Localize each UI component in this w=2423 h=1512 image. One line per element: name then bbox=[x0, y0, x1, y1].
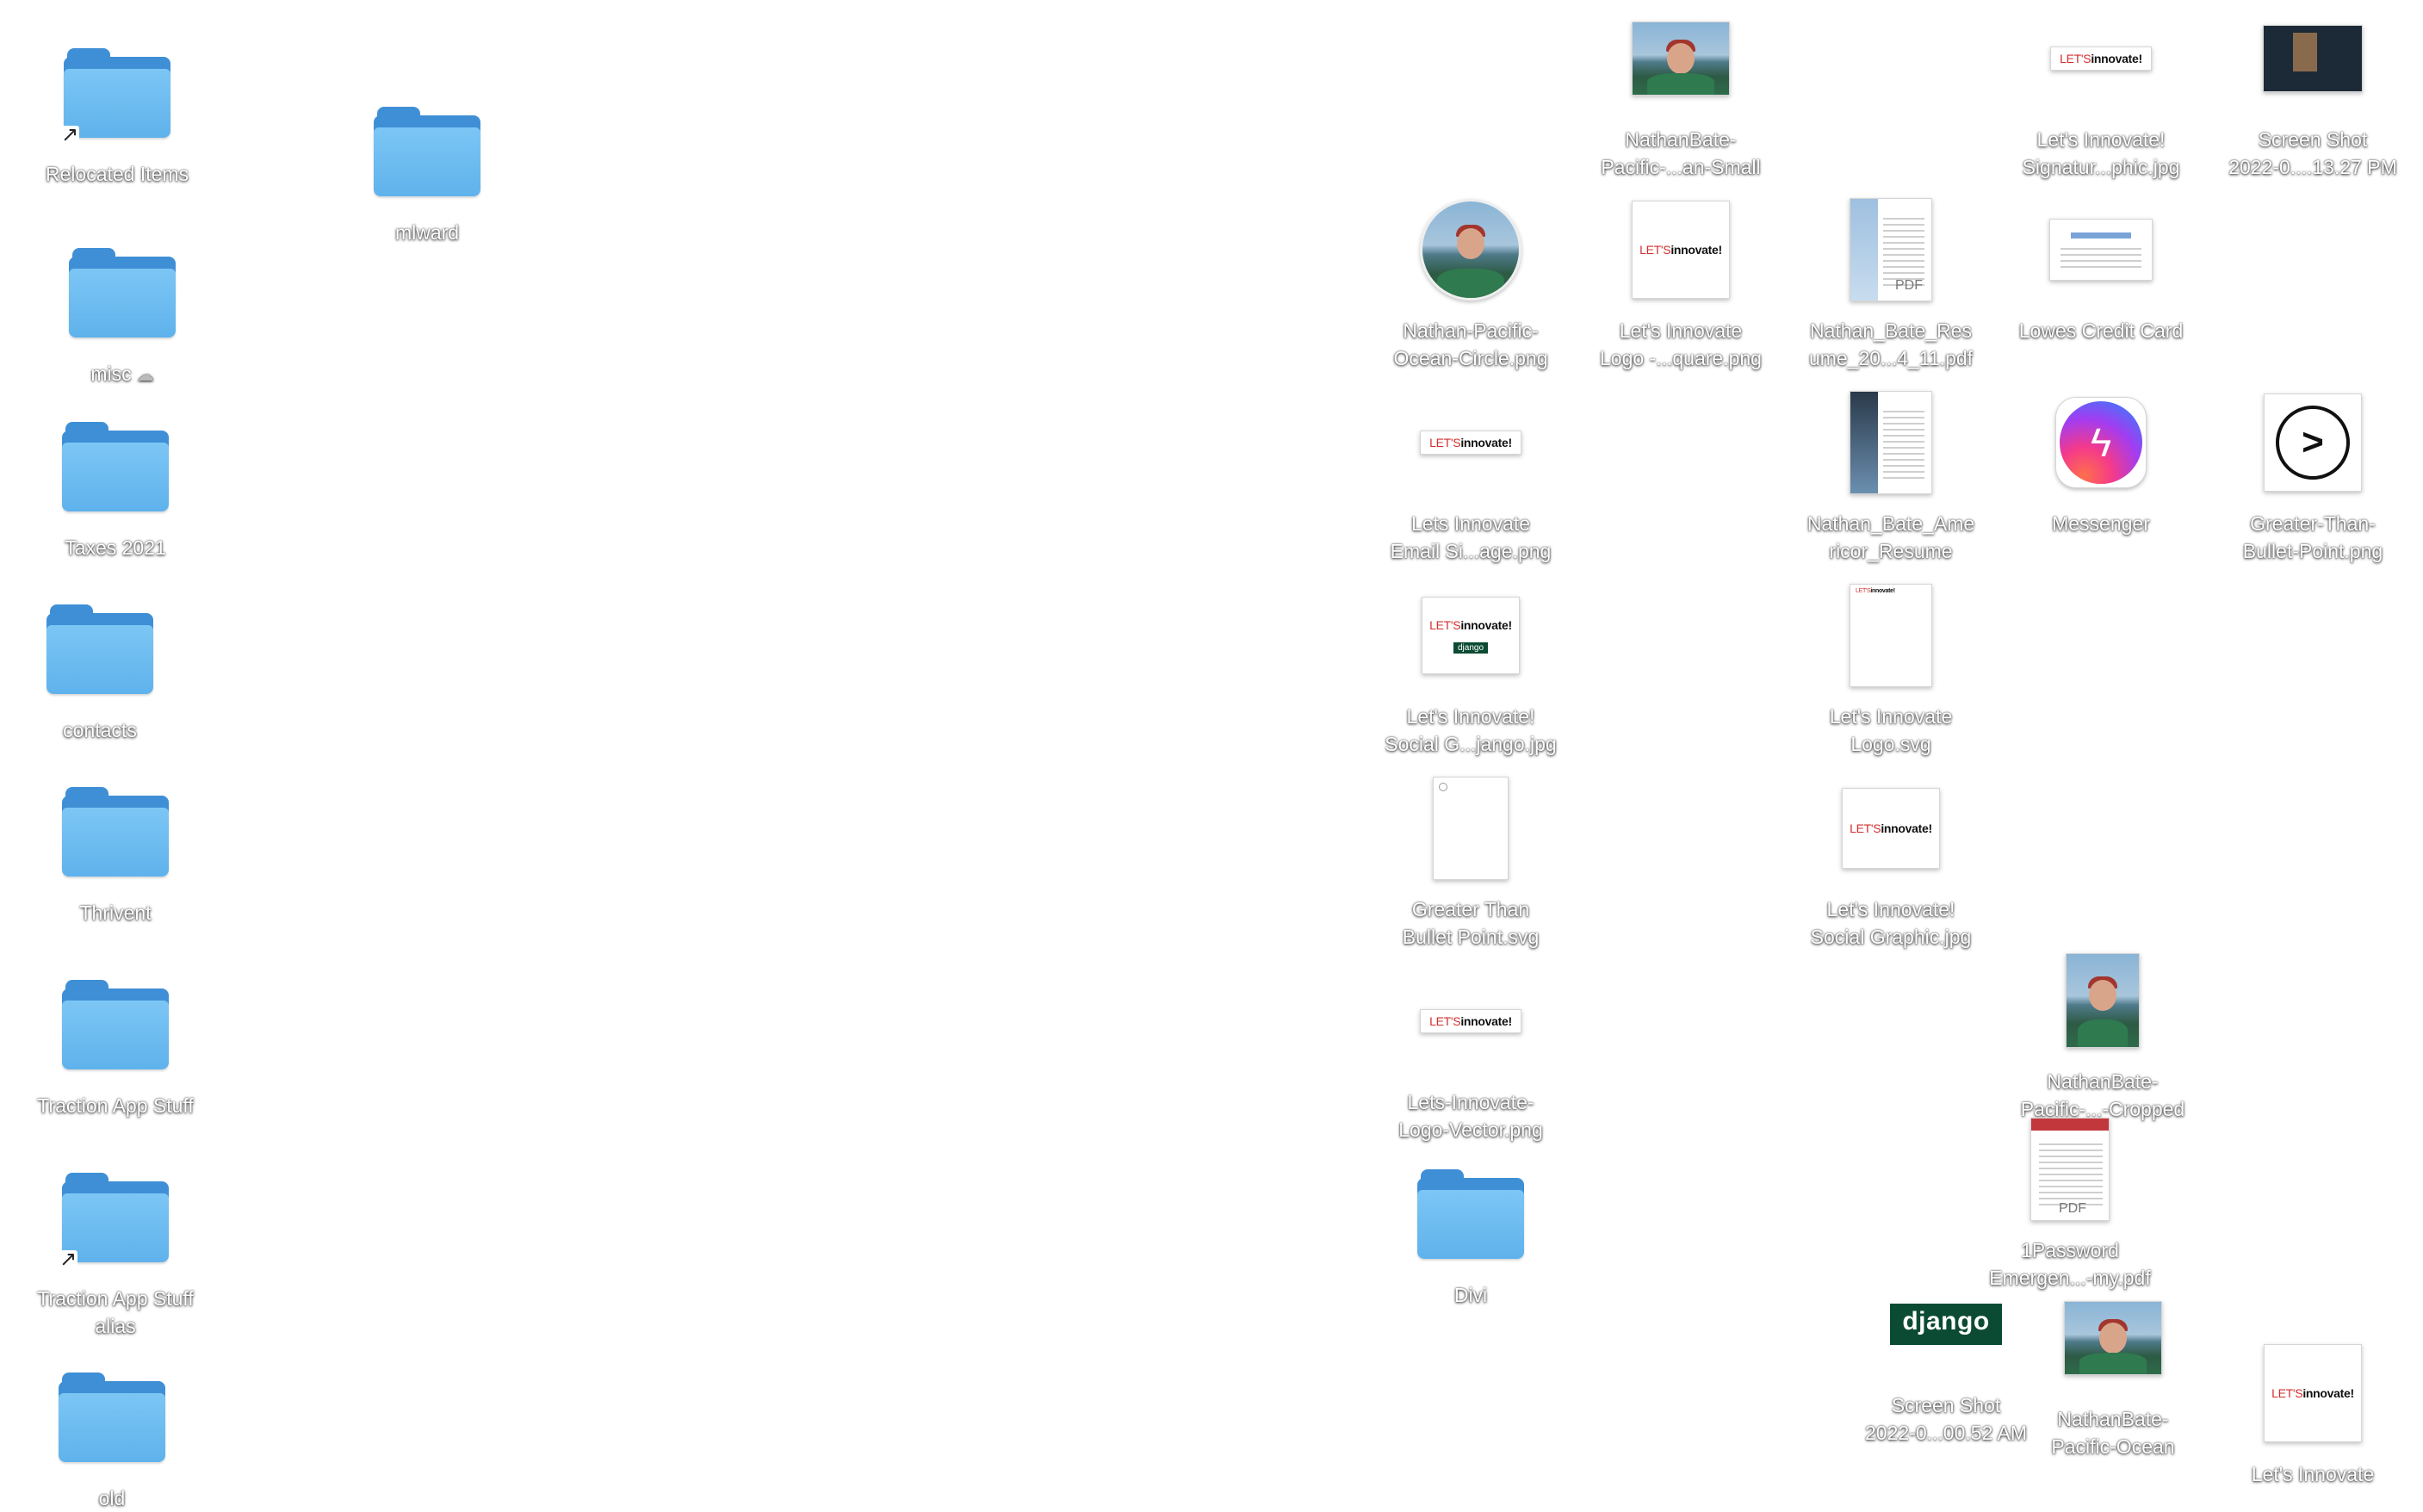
file-label: Let's Innovate! Social Graphic.jpg bbox=[1810, 898, 1972, 948]
file-label: Relocated Items bbox=[45, 163, 189, 185]
file-label: Nathan_Bate_Res ume_20...4_11.pdf bbox=[1808, 319, 1974, 369]
file-label: Let's Innovate Logo -...quare.png bbox=[1600, 319, 1762, 369]
file-nathanbate-pacific-ocean[interactable]: NathanBate- Pacific-Ocean bbox=[2010, 1280, 2216, 1460]
greater-than-icon: > bbox=[2302, 421, 2324, 463]
file-lets-innovate-signature[interactable]: LET'Sinnovate! Let's Innovate! Signatur..… bbox=[1998, 0, 2204, 181]
image-thumbnail: LET'Sinnovate! bbox=[2209, 1335, 2416, 1452]
alias-arrow-icon: ↗ bbox=[59, 1248, 77, 1271]
file-label: Nathan_Bate_Ame ricor_Resume bbox=[1806, 512, 1975, 562]
file-label: Divi bbox=[1453, 1284, 1488, 1306]
file-lets-innovate-logo-svg[interactable]: LET'Sinnovate! Let's Innovate Logo.svg bbox=[1788, 577, 1994, 758]
file-lets-innovate-logo[interactable]: LET'Sinnovate! Let's Innovate bbox=[2209, 1335, 2416, 1488]
image-thumbnail: LET'Sinnovate! bbox=[1998, 0, 2204, 117]
pdf-icon: PDF bbox=[1788, 191, 1994, 308]
folder-icon bbox=[12, 773, 219, 890]
photo-thumbnail bbox=[1367, 191, 1574, 308]
file-label: Let's Innovate bbox=[2251, 1463, 2375, 1485]
svg-icon bbox=[1367, 770, 1574, 887]
file-lets-innovate-social-graphic[interactable]: LET'Sinnovate! Let's Innovate! Social Gra… bbox=[1788, 770, 1994, 951]
folder-taxes-2021[interactable]: Taxes 2021 bbox=[12, 408, 219, 561]
file-label: Let's Innovate Logo.svg bbox=[1829, 705, 1953, 755]
file-lets-innovate-logo-vector[interactable]: LET'Sinnovate! Lets-Innovate- Logo-Vector… bbox=[1367, 963, 1574, 1143]
folder-traction-app-stuff-alias[interactable]: ↗ Traction App Stuff alias bbox=[12, 1159, 219, 1340]
folder-alias-icon: ↗ bbox=[12, 1159, 219, 1276]
file-label: Lets Innovate Email Si...age.png bbox=[1390, 512, 1552, 562]
pdf-icon bbox=[1788, 384, 1994, 501]
file-label: Traction App Stuff alias bbox=[37, 1287, 194, 1337]
file-nathan-bate-americor-resume[interactable]: Nathan_Bate_Ame ricor_Resume bbox=[1788, 384, 1994, 565]
folder-icon bbox=[19, 234, 226, 351]
image-thumbnail: LET'Sinnovate! bbox=[1577, 191, 1784, 308]
photo-thumbnail bbox=[1577, 0, 1784, 117]
file-label: Lets-Innovate- Logo-Vector.png bbox=[1398, 1091, 1543, 1141]
image-thumbnail: LET'Sinnovate! bbox=[1788, 770, 1994, 887]
folder-misc[interactable]: misc ☁ bbox=[19, 234, 226, 389]
folder-alias-icon: ↗ bbox=[14, 34, 220, 152]
file-label: Lowes Credit Card bbox=[2018, 319, 2184, 342]
photo-thumbnail bbox=[2010, 1280, 2216, 1397]
folder-icon bbox=[324, 93, 530, 210]
folder-mlward[interactable]: mlward bbox=[324, 93, 530, 246]
svg-icon: LET'Sinnovate! bbox=[1788, 577, 1994, 694]
file-screen-shot-1[interactable]: Screen Shot 2022-0....13.27 PM bbox=[2209, 0, 2416, 181]
image-thumbnail bbox=[1998, 191, 2204, 308]
file-nathanbate-pacific-small[interactable]: NathanBate- Pacific-...an-Small bbox=[1577, 0, 1784, 181]
file-label: NathanBate- Pacific-...an-Small bbox=[1601, 128, 1761, 178]
file-label: Let's Innovate! Signatur...phic.jpg bbox=[2022, 128, 2180, 178]
icloud-download-icon: ☁ bbox=[136, 366, 154, 385]
file-label: Screen Shot 2022-0....13.27 PM bbox=[2228, 128, 2397, 178]
folder-icon bbox=[1367, 1156, 1574, 1273]
file-label: Greater-Than- Bullet-Point.png bbox=[2242, 512, 2383, 562]
messenger-app-icon: ϟ bbox=[1998, 384, 2204, 501]
file-greater-than-bullet-svg[interactable]: Greater Than Bullet Point.svg bbox=[1367, 770, 1574, 951]
image-thumbnail: > bbox=[2209, 384, 2416, 501]
file-lowes-credit-card[interactable]: Lowes Credit Card bbox=[1998, 191, 2204, 344]
file-label: NathanBate- Pacific-Ocean bbox=[2051, 1408, 2175, 1458]
file-lets-innovate-logo-square[interactable]: LET'Sinnovate! Let's Innovate Logo -...qu… bbox=[1577, 191, 1784, 372]
folder-relocated-items[interactable]: ↗ Relocated Items bbox=[14, 34, 220, 188]
file-label: mlward bbox=[394, 221, 460, 244]
image-thumbnail: LET'Sinnovate! django bbox=[1367, 577, 1574, 694]
file-label: Nathan-Pacific- Ocean-Circle.png bbox=[1393, 319, 1548, 369]
file-label: old bbox=[98, 1487, 126, 1509]
folder-traction-app-stuff[interactable]: Traction App Stuff bbox=[12, 966, 219, 1119]
file-nathan-pacific-ocean-circle[interactable]: Nathan-Pacific- Ocean-Circle.png bbox=[1367, 191, 1574, 372]
folder-icon bbox=[0, 591, 203, 708]
file-lets-innovate-social-django[interactable]: LET'Sinnovate! django Let's Innovate! Soc… bbox=[1367, 577, 1574, 758]
file-label: Thrivent bbox=[79, 902, 152, 924]
file-label: misc ☁ bbox=[90, 360, 153, 389]
file-label: contacts bbox=[63, 719, 137, 741]
folder-divi[interactable]: Divi bbox=[1367, 1156, 1574, 1309]
image-thumbnail: LET'Sinnovate! bbox=[1367, 963, 1574, 1080]
file-label: Traction App Stuff bbox=[37, 1094, 194, 1117]
file-greater-than-bullet-png[interactable]: > Greater-Than- Bullet-Point.png bbox=[2209, 384, 2416, 565]
file-nathanbate-pacific-cropped[interactable]: NathanBate- Pacific-...-Cropped bbox=[1999, 942, 2206, 1123]
file-label: Messenger bbox=[2052, 512, 2150, 535]
folder-icon bbox=[12, 966, 219, 1083]
messenger-bolt-icon: ϟ bbox=[2090, 420, 2112, 465]
folder-thrivent[interactable]: Thrivent bbox=[12, 773, 219, 926]
pdf-icon: PDF bbox=[1967, 1111, 2173, 1228]
folder-icon bbox=[9, 1359, 215, 1476]
file-nathan-bate-resume-pdf[interactable]: PDF Nathan_Bate_Res ume_20...4_11.pdf bbox=[1788, 191, 1994, 372]
alias-arrow-icon: ↗ bbox=[60, 123, 79, 146]
folder-contacts[interactable]: contacts bbox=[0, 591, 203, 744]
file-label: Let's Innovate! Social G...jango.jpg bbox=[1385, 705, 1557, 755]
file-1password-emergency-pdf[interactable]: PDF 1Password Emergen...-my.pdf bbox=[1967, 1111, 2173, 1292]
app-messenger[interactable]: ϟ Messenger bbox=[1998, 384, 2204, 537]
folder-old[interactable]: old bbox=[9, 1359, 215, 1512]
image-thumbnail: LET'Sinnovate! bbox=[1367, 384, 1574, 501]
file-lets-innovate-email-signature[interactable]: LET'Sinnovate! Lets Innovate Email Si...a… bbox=[1367, 384, 1574, 565]
file-label: Screen Shot 2022-0...00.52 AM bbox=[1865, 1394, 2027, 1444]
folder-icon bbox=[12, 408, 219, 525]
file-label: Taxes 2021 bbox=[65, 536, 166, 559]
screenshot-thumbnail bbox=[2209, 0, 2416, 117]
file-label: Greater Than Bullet Point.svg bbox=[1402, 898, 1540, 948]
photo-thumbnail bbox=[1999, 942, 2206, 1059]
